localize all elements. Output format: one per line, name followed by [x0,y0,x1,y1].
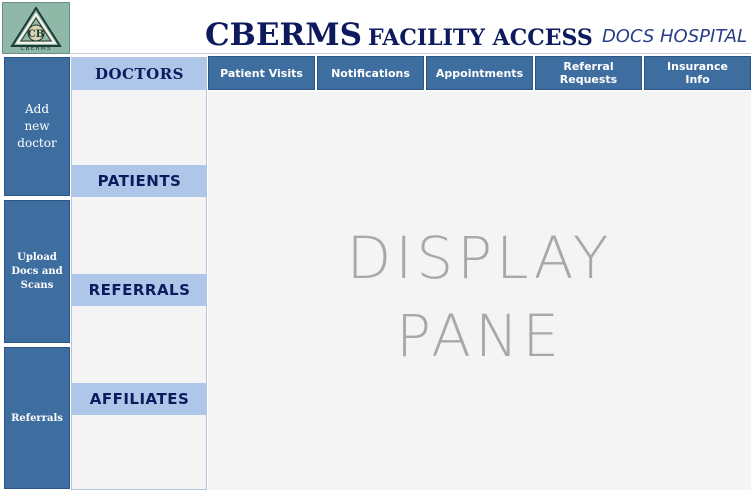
display-line-2: PANE [396,302,563,370]
app-logo[interactable]: CB CBERMS [2,2,70,54]
add-label-line-1: Add [24,102,49,116]
upload-label-line-1: Upload [17,251,57,263]
app-title-sub: FACILITY ACCESS [367,25,593,51]
logo-monogram: CB [28,29,44,40]
app-title-main: CBERMS [205,17,362,53]
upload-docs-button[interactable]: Upload Docs and Scans [4,200,70,343]
section-doctors[interactable]: DOCTORS [72,58,207,90]
header-bar: CBERMS FACILITY ACCESS DOCS HOSPITAL [71,2,751,54]
tab-label: Appointments [435,66,524,80]
app-title: CBERMS FACILITY ACCESS [205,17,593,57]
logo-caption: CBERMS [20,45,52,52]
section-referrals[interactable]: REFERRALS [72,274,207,306]
tab-label: Referral Requests [559,60,618,86]
section-patients[interactable]: PATIENTS [72,165,207,197]
upload-label-line-3: Scans [20,279,54,291]
tab-notifications[interactable]: Notifications [317,56,424,90]
tab-bar: Patient Visits Notifications Appointment… [208,56,751,90]
tab-label: Notifications [331,66,410,80]
hospital-name: DOCS HOSPITAL [601,26,747,47]
add-label-line-3: doctor [17,136,57,150]
section-nav: DOCTORS PATIENTS REFERRALS AFFILIATES [71,57,207,490]
display-pane: DISPLAY PANE [208,91,751,490]
tab-appointments[interactable]: Appointments [426,56,533,90]
add-label-line-2: new [24,119,50,133]
display-line-1: DISPLAY [346,224,613,292]
section-affiliates[interactable]: AFFILIATES [72,383,207,415]
tab-label: Insurance Info [667,60,728,86]
referrals-button[interactable]: Referrals [4,347,70,489]
logo-triangle-icon: CB [10,6,62,47]
tab-label: Patient Visits [220,66,303,80]
referrals-label: Referrals [11,412,63,424]
tab-insurance-info[interactable]: Insurance Info [644,56,751,90]
upload-label-line-2: Docs and [11,265,63,277]
add-new-doctor-button[interactable]: Add new doctor [4,57,70,196]
tab-patient-visits[interactable]: Patient Visits [208,56,315,90]
tab-referral-requests[interactable]: Referral Requests [535,56,642,90]
display-pane-placeholder: DISPLAY PANE [208,219,751,375]
